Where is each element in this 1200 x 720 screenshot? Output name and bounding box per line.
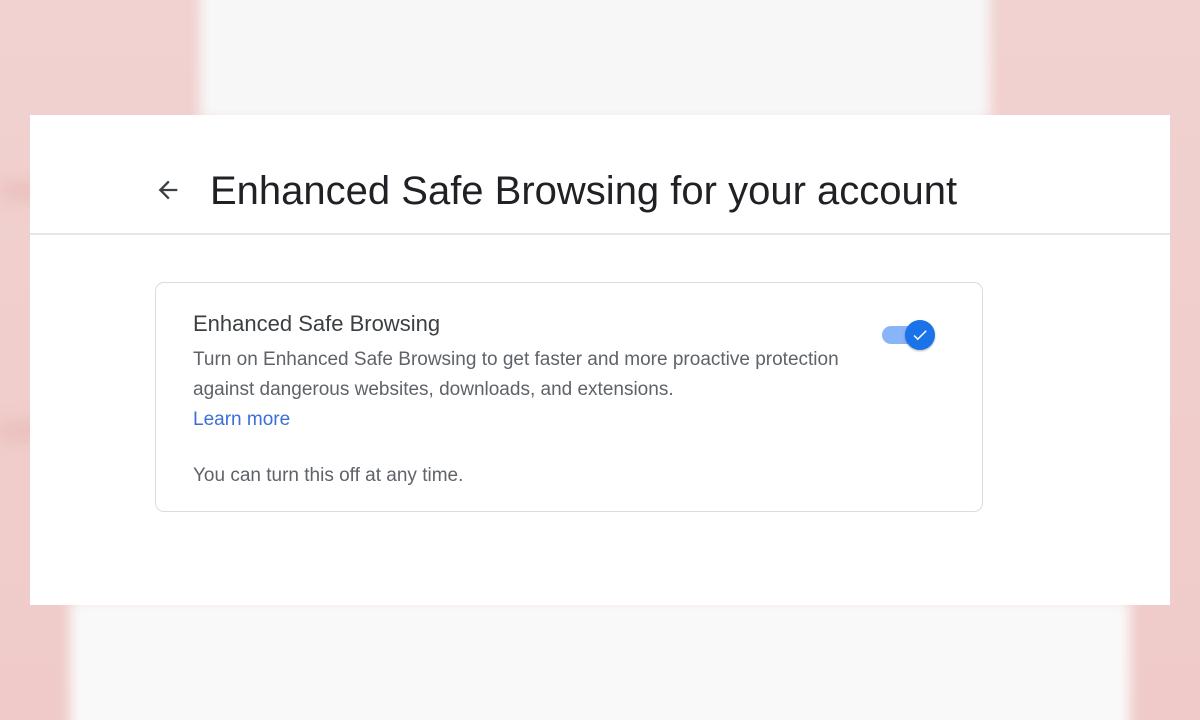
backdrop-bottom-panel <box>70 600 1130 720</box>
learn-more-link[interactable]: Learn more <box>193 405 873 435</box>
page-title: Enhanced Safe Browsing for your account <box>210 169 958 213</box>
setting-title: Enhanced Safe Browsing <box>193 311 441 336</box>
backdrop-top-panel <box>200 0 990 120</box>
enhanced-safe-browsing-toggle[interactable] <box>880 319 936 351</box>
setting-description-block: Turn on Enhanced Safe Browsing to get fa… <box>193 345 873 435</box>
page-header: Enhanced Safe Browsing for your account <box>30 115 1170 235</box>
arrow-left-icon <box>158 180 178 200</box>
toggle-thumb <box>905 320 935 350</box>
setting-card: Enhanced Safe Browsing Turn on Enhanced … <box>155 282 983 512</box>
back-button[interactable] <box>148 170 188 210</box>
setting-description: Turn on Enhanced Safe Browsing to get fa… <box>193 349 839 400</box>
settings-panel: Enhanced Safe Browsing for your account … <box>30 115 1170 605</box>
check-icon <box>913 330 927 341</box>
setting-note: You can turn this off at any time. <box>193 465 464 486</box>
